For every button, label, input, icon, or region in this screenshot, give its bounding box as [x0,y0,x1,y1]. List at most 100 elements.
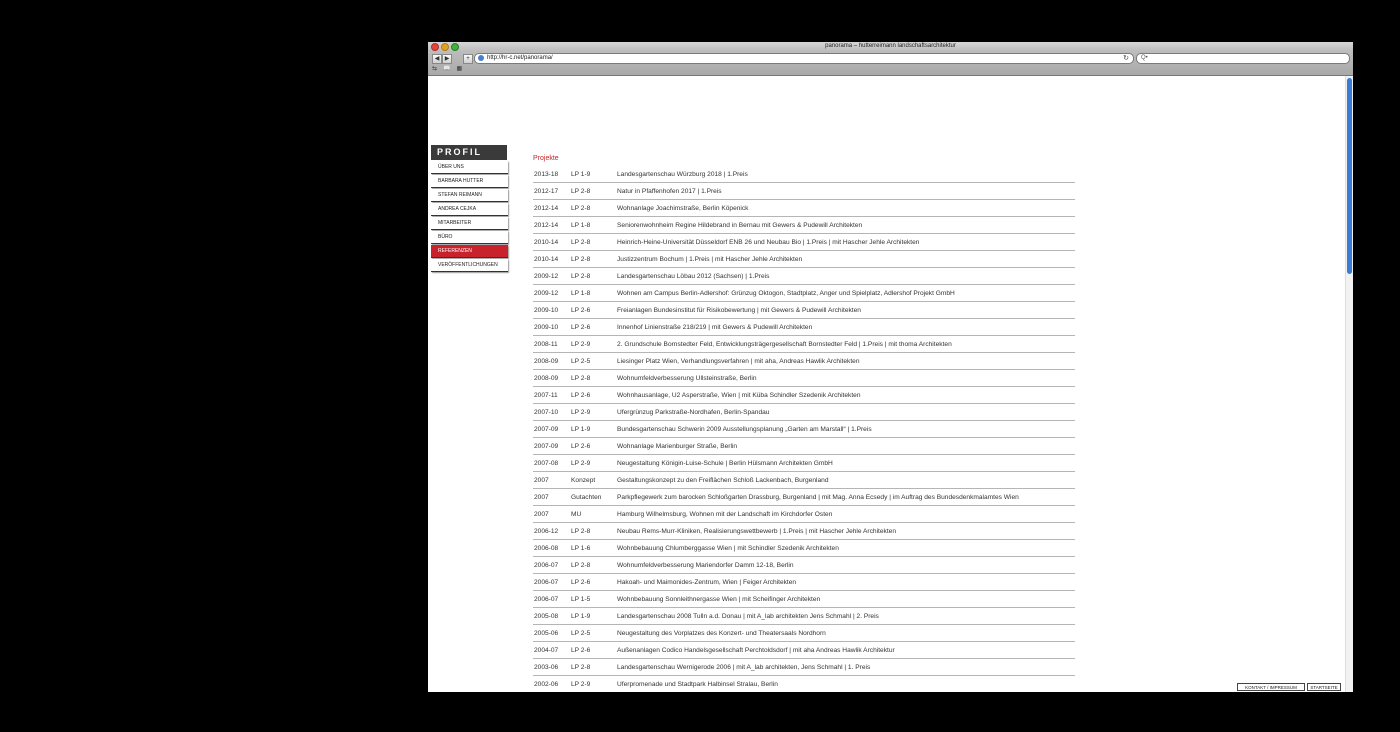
sidebar-item-mitarbeiter[interactable]: Mitarbeiter [431,217,508,230]
browser-window: panorama – hutterreimann landschaftsarch… [428,42,1353,692]
project-year: 2012-14 [534,222,559,229]
sidebar-item-barbara-hutter[interactable]: Barbara Hutter [431,175,508,188]
startseite-button[interactable]: STARTSEITE [1307,683,1341,691]
close-icon[interactable] [431,43,439,51]
project-phase: Konzept [571,477,596,484]
project-phase: LP 1-9 [571,426,591,433]
project-phase: LP 2-5 [571,358,591,365]
project-row[interactable]: 2006-07 LP 2-6 Hakoah- und Maimonides-Zent… [533,574,1075,591]
project-year: 2012-14 [534,205,559,212]
project-row[interactable]: 2002-06 LP 2-9 Uferpromenade und Stadtpark… [533,676,1075,692]
sidebar-item-über-uns[interactable]: Über uns [431,161,508,174]
project-year: 2005-06 [534,630,559,637]
project-list: 2013-18 LP 1-9 Landesgartenschau Würzburg … [533,166,1075,692]
project-row[interactable]: 2007 MU Hamburg Wilhelmsburg, Wohnen mit d… [533,506,1075,523]
project-row[interactable]: 2007-08 LP 2-9 Neugestaltung Königin-Luise… [533,455,1075,472]
project-row[interactable]: 2009-10 LP 2-6 Innenhof Linienstraße 218/2… [533,319,1075,336]
project-description: Außenanlagen Codico Handelsgesellschaft … [617,647,895,654]
project-row[interactable]: 2007 Konzept Gestaltungskonzept zu den Fre… [533,472,1075,489]
project-description: Neugestaltung des Vorplatzes des Konzert… [617,630,826,637]
project-row[interactable]: 2003-06 LP 2-8 Landesgartenschau Wernigero… [533,659,1075,676]
project-description: Hakoah- und Maimonides-Zentrum, Wien | F… [617,579,797,586]
project-year: 2007-10 [534,409,559,416]
sidebar-item-andrea-cejka[interactable]: Andrea Cejka [431,203,508,216]
sidebar-item-büro[interactable]: Büro [431,231,508,244]
project-year: 2009-12 [534,290,559,297]
project-row[interactable]: 2007-09 LP 2-6 Wohnanlage Marienburger Str… [533,438,1075,455]
project-description: Landesgartenschau Wernigerode 2006 | mit… [617,664,871,671]
section-title: Projekte [533,155,559,162]
book-icon[interactable]: 📖 [443,65,450,73]
minimize-icon[interactable] [441,43,449,51]
project-row[interactable]: 2006-07 LP 2-8 Wohnumfeldverbesserung Mari… [533,557,1075,574]
project-row[interactable]: 2008-09 LP 2-5 Liesinger Platz Wien, Verha… [533,353,1075,370]
globe-icon [478,55,484,61]
project-row[interactable]: 2008-09 LP 2-8 Wohnumfeldverbesserung Ulls… [533,370,1075,387]
project-row[interactable]: 2006-07 LP 1-5 Wohnbebauung Sonnleithnerga… [533,591,1075,608]
project-year: 2009-12 [534,273,559,280]
back-icon[interactable]: ◀ [432,54,442,64]
project-description: Wohnen am Campus Berlin-Adlershof: Grünz… [617,290,955,297]
sidebar-item-referenzen[interactable]: Referenzen [431,245,508,258]
project-description: Landesgartenschau Würzburg 2018 | 1.Prei… [617,171,748,178]
project-phase: LP 2-8 [571,375,591,382]
project-description: Parkpflegewerk zum barocken Schloßgarten… [617,494,1019,501]
address-bar[interactable]: http://hr-c.net/panorama/ ↻ [474,53,1134,64]
kontakt-impressum-button[interactable]: KONTAKT / IMPRESSUM [1237,683,1305,691]
project-description: Uferpromenade und Stadtpark Halbinsel St… [617,681,778,688]
zoom-icon[interactable] [451,43,459,51]
add-bookmark-icon[interactable]: + [463,54,473,64]
link-icon[interactable]: ⇆ [432,65,437,73]
project-row[interactable]: 2010-14 LP 2-8 Heinrich-Heine-Universität … [533,234,1075,251]
project-year: 2006-07 [534,579,559,586]
project-row[interactable]: 2009-12 LP 2-8 Landesgartenschau Löbau 201… [533,268,1075,285]
project-row[interactable]: 2012-17 LP 2-8 Natur in Pfaffenhofen 2017 … [533,183,1075,200]
project-row[interactable]: 2006-12 LP 2-8 Neubau Rems-Murr-Kliniken, … [533,523,1075,540]
project-row[interactable]: 2007-10 LP 2-9 Ufergrünzug Parkstraße-Nord… [533,404,1075,421]
project-phase: LP 1-9 [571,613,591,620]
project-row[interactable]: 2009-10 LP 2-6 Freianlagen Bundesinstitut … [533,302,1075,319]
project-description: Wohnbebauung Chlumberggasse Wien | mit S… [617,545,839,552]
forward-icon[interactable]: ▶ [442,54,452,64]
project-year: 2008-11 [534,341,558,348]
project-year: 2008-09 [534,375,559,382]
project-phase: LP 2-9 [571,681,591,688]
sidebar-item-stefan-reimann[interactable]: Stefan Reimann [431,189,508,202]
window-controls [431,43,459,51]
scrollbar-thumb[interactable] [1347,78,1352,274]
project-phase: LP 2-6 [571,579,591,586]
project-row[interactable]: 2004-07 LP 2-6 Außenanlagen Codico Handels… [533,642,1075,659]
project-phase: LP 2-9 [571,341,591,348]
project-row[interactable]: 2007-11 LP 2-6 Wohnhausanlage, U2 Asperstr… [533,387,1075,404]
project-year: 2007-09 [534,426,559,433]
project-row[interactable]: 2010-14 LP 2-8 Justizzentrum Bochum | 1.Pr… [533,251,1075,268]
project-description: Ufergrünzug Parkstraße-Nordhafen, Berlin… [617,409,770,416]
project-row[interactable]: 2012-14 LP 2-8 Wohnanlage Joachimstraße, B… [533,200,1075,217]
vertical-scrollbar[interactable] [1345,76,1353,692]
project-row[interactable]: 2007-09 LP 1-9 Bundesgartenschau Schwerin … [533,421,1075,438]
sidebar-item-veröffentlichungen[interactable]: Veröffentlichungen [431,259,508,272]
project-year: 2008-09 [534,358,559,365]
grid-icon[interactable]: ▦ [457,65,463,73]
project-phase: LP 2-6 [571,307,591,314]
project-row[interactable]: 2005-08 LP 1-9 Landesgartenschau 2008 Tull… [533,608,1075,625]
project-phase: LP 1-9 [571,171,591,178]
project-row[interactable]: 2013-18 LP 1-9 Landesgartenschau Würzburg … [533,166,1075,183]
project-description: Freianlagen Bundesinstitut für Risikobew… [617,307,861,314]
project-row[interactable]: 2007 Gutachten Parkpflegewerk zum barocken… [533,489,1075,506]
project-year: 2003-06 [534,664,559,671]
project-description: Wohnanlage Joachimstraße, Berlin Köpenic… [617,205,749,212]
project-phase: LP 2-6 [571,392,591,399]
project-phase: LP 2-9 [571,409,591,416]
project-row[interactable]: 2006-08 LP 1-6 Wohnbebauung Chlumberggasse… [533,540,1075,557]
project-row[interactable]: 2009-12 LP 1-8 Wohnen am Campus Berlin-Adl… [533,285,1075,302]
search-input[interactable]: Q• [1136,53,1350,64]
project-row[interactable]: 2008-11 LP 2-9 2. Grundschule Bornstedter … [533,336,1075,353]
reload-icon[interactable]: ↻ [1123,54,1129,63]
project-description: Landesgartenschau Löbau 2012 (Sachsen) |… [617,273,770,280]
project-row[interactable]: 2012-14 LP 1-8 Seniorenwohnheim Regine Hil… [533,217,1075,234]
project-year: 2013-18 [534,171,559,178]
project-row[interactable]: 2005-06 LP 2-5 Neugestaltung des Vorplatze… [533,625,1075,642]
project-description: Wohnumfeldverbesserung Mariendorfer Damm… [617,562,794,569]
project-description: Hamburg Wilhelmsburg, Wohnen mit der Lan… [617,511,833,518]
